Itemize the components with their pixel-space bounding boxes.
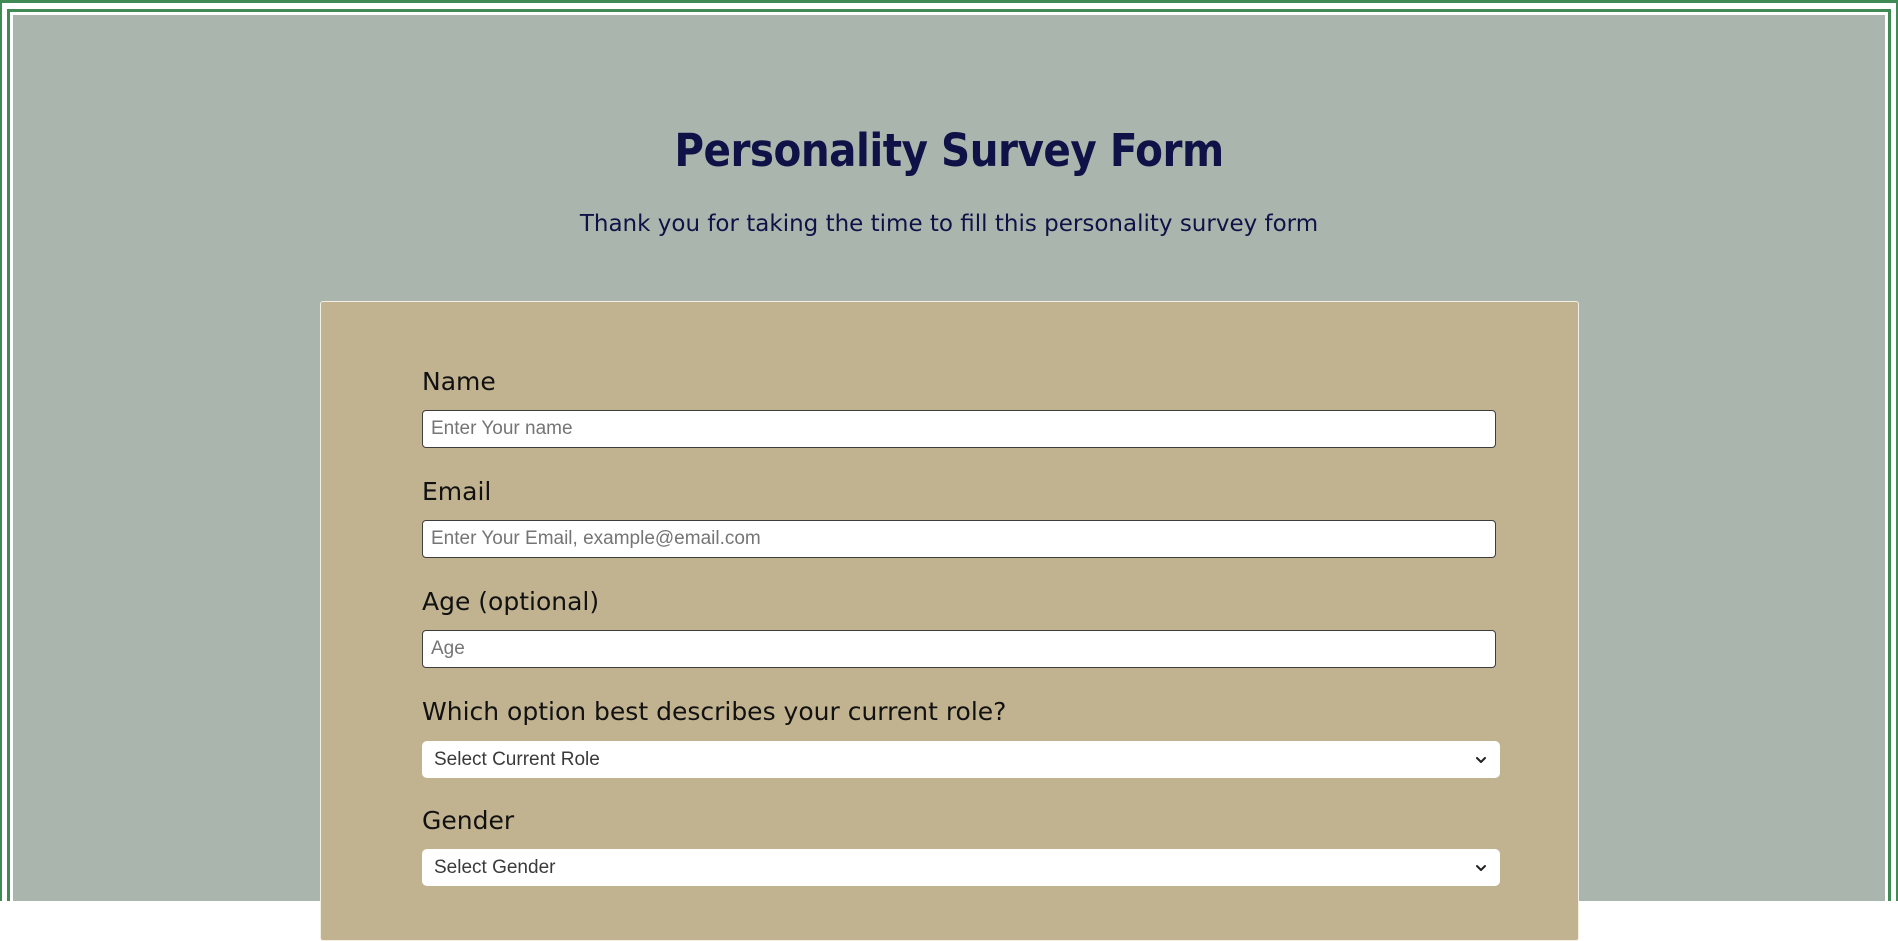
name-input[interactable]: Enter Your name — [422, 410, 1496, 448]
gender-label: Gender — [422, 806, 515, 835]
gender-dropdown[interactable]: Select Gender — [422, 849, 1500, 886]
email-label: Email — [422, 477, 492, 506]
name-label: Name — [422, 367, 496, 396]
name-input-placeholder: Enter Your name — [431, 418, 573, 439]
role-dropdown[interactable]: Select Current Role — [422, 741, 1500, 778]
age-input-placeholder: Age — [431, 638, 465, 659]
chevron-down-icon — [1476, 864, 1486, 871]
role-label: Which option best describes your current… — [422, 697, 1007, 726]
age-label: Age (optional) — [422, 587, 600, 616]
gender-selected-value: Select Gender — [434, 856, 556, 878]
chevron-down-icon — [1476, 756, 1486, 763]
role-selected-value: Select Current Role — [434, 748, 600, 770]
page-title: Personality Survey Form — [674, 124, 1224, 177]
survey-form: Name Enter Your name Email Enter Your Em… — [320, 301, 1579, 941]
email-input[interactable]: Enter Your Email, example@email.com — [422, 520, 1496, 558]
age-input[interactable]: Age — [422, 630, 1496, 668]
email-input-placeholder: Enter Your Email, example@email.com — [431, 528, 761, 549]
page-description: Thank you for taking the time to fill th… — [579, 211, 1319, 237]
